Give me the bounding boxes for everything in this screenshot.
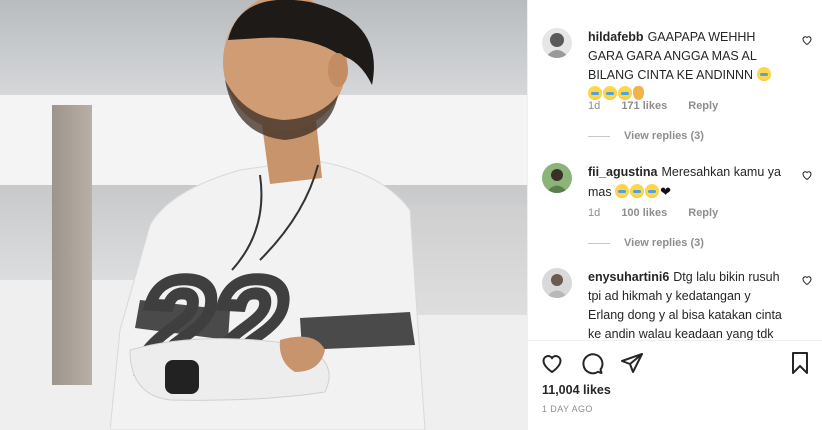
loudly-crying-face-icon [645,184,660,198]
heart-outline-icon[interactable] [540,351,564,375]
bookmark-icon[interactable] [788,351,812,375]
post-photo[interactable]: 22 [0,0,527,430]
view-replies-button[interactable]: View replies (3) [588,237,704,249]
comment-like-heart-icon[interactable] [801,34,813,46]
loudly-crying-face-icon [618,86,632,100]
comment-like-heart-icon[interactable] [801,169,813,181]
photo-man-in-jersey: 22 [110,0,426,430]
comment-time: 1d [588,100,601,112]
view-replies-label: View replies (3) [624,237,704,249]
view-replies-line [588,135,610,137]
reply-button[interactable]: Reply [688,100,718,112]
comment-likes[interactable]: 171 likes [621,100,667,112]
avatar-photo [542,28,572,58]
avatar[interactable] [542,268,572,298]
share-icon[interactable] [620,351,644,375]
post-likes-count[interactable]: 11,004 likes [542,383,611,397]
loudly-crying-face-icon [603,86,617,100]
comment-text-block: hildafebb GAAPAPA WEHHH GARA GARA ANGGA M… [588,28,788,104]
comment-like-heart-icon[interactable] [801,274,813,286]
loudly-crying-face-icon [756,67,771,81]
avatar-photo [542,163,572,193]
comment-username[interactable]: hildafebb [588,30,644,44]
view-replies-button[interactable]: View replies (3) [588,130,704,142]
avatar[interactable] [542,28,572,58]
loudly-crying-face-icon [588,86,602,100]
comment-meta: 1d 171 likes Reply [588,100,736,112]
view-replies-label: View replies (3) [624,130,704,142]
reply-button[interactable]: Reply [688,207,718,219]
photo-wooden-post [52,105,92,385]
post-action-bar: 11,004 likes 1 DAY AGO [528,340,822,430]
comment-icon[interactable] [580,351,604,375]
comment-time: 1d [588,207,601,219]
black-heart-icon: ❤ [660,184,672,199]
comment-text-block: enysuhartini6 Dtg lalu bikin rusuh tpi ad… [588,268,788,340]
comment-text-block: fii_agustina Meresahkan kamu ya mas ❤ [588,163,788,202]
avatar[interactable] [542,163,572,193]
comment-username[interactable]: enysuhartini6 [588,270,669,284]
comment-list[interactable]: hildafebb GAAPAPA WEHHH GARA GARA ANGGA M… [528,0,822,340]
comment-username[interactable]: fii_agustina [588,165,657,179]
clapping-hands-icon [633,86,644,100]
post-timestamp: 1 DAY AGO [542,404,593,414]
comment-meta: 1d 100 likes Reply [588,207,736,219]
post-sidebar: hildafebb GAAPAPA WEHHH GARA GARA ANGGA M… [527,0,822,430]
instagram-post: 22 hildafebb GAAPAPA WEHHH GARA GARA ANG… [0,0,822,430]
comment-likes[interactable]: 100 likes [621,207,667,219]
loudly-crying-face-icon [615,184,630,198]
avatar-photo [542,268,572,298]
loudly-crying-face-icon [630,184,645,198]
view-replies-line [588,242,610,244]
